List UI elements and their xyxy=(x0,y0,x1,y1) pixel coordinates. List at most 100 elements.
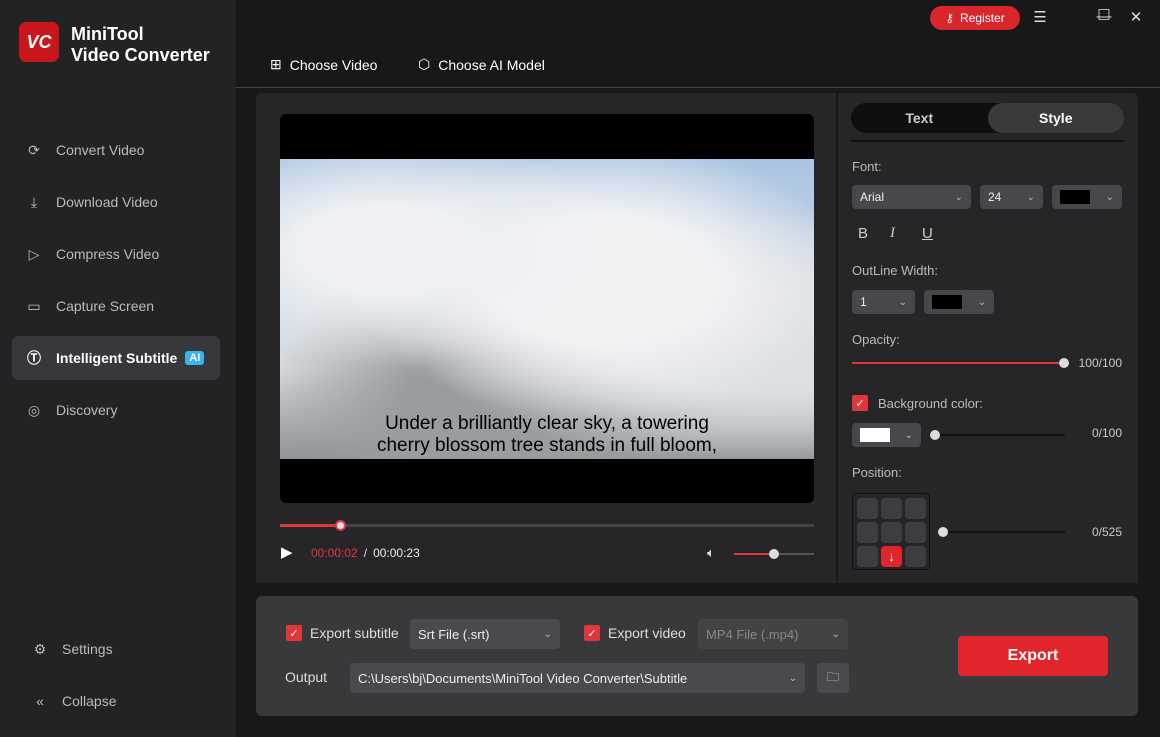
app-logo: VC xyxy=(19,22,59,62)
nav-label: Convert Video xyxy=(56,142,145,158)
cube-icon: ⬡ xyxy=(418,56,431,72)
opacity-value: 100/100 xyxy=(1078,356,1122,370)
plus-icon: ⊞ xyxy=(270,56,282,72)
position-bottom-left[interactable] xyxy=(857,546,878,567)
bold-button[interactable]: B xyxy=(858,225,868,242)
subtitle-format-select[interactable]: Srt File (.srt) ⌄ xyxy=(410,619,560,649)
camera-icon: ▭ xyxy=(27,297,41,314)
background-color-checkbox[interactable]: ✓ Background color: xyxy=(852,395,983,411)
chevron-down-icon: ⌄ xyxy=(831,628,840,640)
download-icon: ⤓ xyxy=(30,193,38,210)
subtitle-format-value: Srt File (.srt) xyxy=(418,626,490,642)
position-bottom-right[interactable] xyxy=(905,546,926,567)
maximize-icon[interactable]: ☐ xyxy=(1094,6,1114,24)
chevron-down-icon: ⌄ xyxy=(1026,191,1035,203)
chevron-down-icon: ⌄ xyxy=(788,672,797,684)
time-display: 00:00:02 / 00:00:23 xyxy=(311,546,420,560)
checkbox-checked-icon: ✓ xyxy=(286,625,302,641)
subtitle-line: Under a brilliantly clear sky, a towerin… xyxy=(385,413,709,434)
export-video-checkbox[interactable]: ✓ Export video xyxy=(584,625,686,641)
font-value: Arial xyxy=(860,190,885,204)
chevron-down-icon: ⌄ xyxy=(1105,191,1114,203)
background-opacity-slider[interactable] xyxy=(935,434,1065,436)
brand-line2: Video Converter xyxy=(71,45,210,65)
nav-label: Compress Video xyxy=(56,246,160,262)
background-color-picker[interactable]: ⌄ xyxy=(852,423,921,447)
volume-level xyxy=(734,553,774,555)
font-color-swatch xyxy=(1060,190,1090,204)
sidebar-item-capture-screen[interactable]: ▭ Capture Screen xyxy=(12,284,220,328)
export-subtitle-checkbox[interactable]: ✓ Export subtitle xyxy=(286,625,399,641)
chevron-down-icon: ⌄ xyxy=(977,296,986,308)
nav-label: Download Video xyxy=(56,194,158,210)
font-label: Font: xyxy=(852,159,882,174)
position-top-right[interactable] xyxy=(905,498,926,519)
tab-style[interactable]: Style xyxy=(987,103,1124,133)
opacity-handle[interactable] xyxy=(1059,358,1069,368)
choose-video-label: Choose Video xyxy=(289,56,378,73)
browse-folder-button[interactable]: 🗀︎ xyxy=(817,663,849,693)
opacity-label: Opacity: xyxy=(852,332,900,347)
font-color-picker[interactable]: ⌄ xyxy=(1052,185,1122,209)
current-time: 00:00:02 xyxy=(311,546,358,560)
choose-ai-model-label: Choose AI Model xyxy=(438,56,545,73)
position-offset-value: 0/525 xyxy=(1091,525,1122,539)
brand-line1: MiniTool xyxy=(71,24,144,44)
tab-text[interactable]: Text xyxy=(851,103,988,133)
sidebar-item-intelligent-subtitle[interactable]: Ⓣ Intelligent Subtitle AI xyxy=(12,336,220,380)
export-button[interactable]: Export xyxy=(958,636,1108,676)
sidebar-item-convert-video[interactable]: ⟳ Convert Video xyxy=(12,128,220,172)
app-title: MiniTool Video Converter xyxy=(71,24,210,66)
position-middle-center[interactable] xyxy=(881,522,902,543)
topbar xyxy=(236,0,1160,88)
outline-width-select[interactable]: 1 ⌄ xyxy=(852,290,915,314)
volume-handle[interactable] xyxy=(769,549,779,559)
output-path-select[interactable]: C:\Users\bj\Documents\MiniTool Video Con… xyxy=(350,663,805,693)
position-offset-handle[interactable] xyxy=(938,527,948,537)
outline-color-picker[interactable]: ⌄ xyxy=(924,290,994,314)
collapse-icon: « xyxy=(36,693,44,709)
outline-color-swatch xyxy=(932,295,962,309)
position-middle-right[interactable] xyxy=(905,522,926,543)
position-top-left[interactable] xyxy=(857,498,878,519)
choose-ai-model-button[interactable]: ⬡ Choose AI Model xyxy=(418,56,545,73)
video-format-value: MP4 File (.mp4) xyxy=(706,626,799,642)
position-offset-slider[interactable] xyxy=(942,531,1065,533)
menu-icon[interactable]: ☰ xyxy=(1030,8,1050,26)
font-select[interactable]: Arial ⌄ xyxy=(852,185,971,209)
opacity-slider[interactable] xyxy=(852,362,1064,364)
volume-icon[interactable]: 🔈︎ xyxy=(707,545,715,561)
subtitle-overlay: Under a brilliantly clear sky, a towerin… xyxy=(280,413,814,457)
checkbox-checked-icon: ✓ xyxy=(584,625,600,641)
position-bottom-center[interactable]: ↓ xyxy=(881,546,902,567)
collapse-button[interactable]: « Collapse xyxy=(18,679,226,723)
export-video-label: Export video xyxy=(608,625,686,641)
chevron-down-icon: ⌄ xyxy=(904,429,913,441)
folder-icon: 🗀︎ xyxy=(826,669,839,684)
underline-button[interactable]: U xyxy=(922,225,933,242)
register-button[interactable]: ⚷ Register xyxy=(930,6,1020,30)
close-icon[interactable]: ✕ xyxy=(1126,8,1146,26)
ai-badge: AI xyxy=(185,351,205,365)
sidebar-item-download-video[interactable]: ⤓ Download Video xyxy=(12,180,220,224)
sidebar-item-discovery[interactable]: ◎ Discovery xyxy=(12,388,220,432)
position-top-center[interactable] xyxy=(881,498,902,519)
background-opacity-handle[interactable] xyxy=(930,430,940,440)
italic-button[interactable]: I xyxy=(890,225,895,242)
position-middle-left[interactable] xyxy=(857,522,878,543)
sidebar: VC MiniTool Video Converter ⟳ Convert Vide… xyxy=(0,0,236,737)
seek-handle[interactable] xyxy=(335,520,346,531)
divider xyxy=(851,140,1124,142)
settings-button[interactable]: ⚙ Settings xyxy=(18,627,226,671)
font-size-select[interactable]: 24 ⌄ xyxy=(980,185,1043,209)
video-format-select[interactable]: MP4 File (.mp4) ⌄ xyxy=(698,619,848,649)
position-grid: ↓ xyxy=(852,493,930,570)
play-button[interactable]: ▶ xyxy=(281,543,293,561)
total-time: 00:00:23 xyxy=(373,546,420,560)
choose-video-button[interactable]: ⊞ Choose Video xyxy=(270,56,377,73)
seek-bar[interactable] xyxy=(280,524,814,527)
sidebar-item-compress-video[interactable]: ▷ Compress Video xyxy=(12,232,220,276)
video-preview[interactable]: Under a brilliantly clear sky, a towerin… xyxy=(280,114,814,503)
arrow-down-icon: ↓ xyxy=(888,549,895,564)
seek-progress xyxy=(280,524,340,527)
